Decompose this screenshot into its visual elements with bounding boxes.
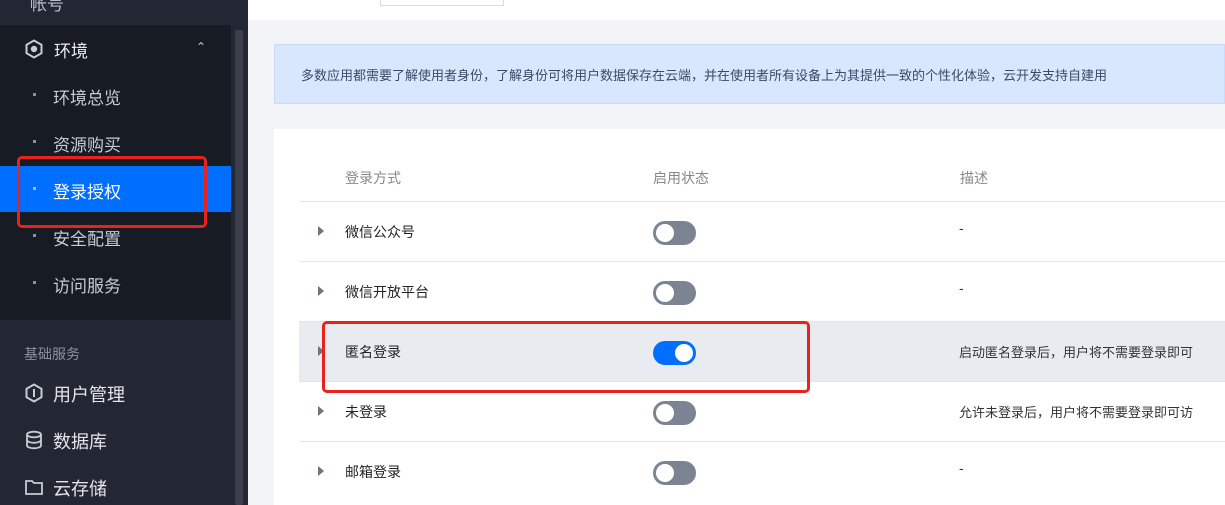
sidebar-item-database[interactable]: 数据库 [0, 418, 231, 462]
chevron-up-icon[interactable]: ⌃ [196, 40, 206, 54]
login-method-desc: - [959, 222, 964, 237]
caret-right-icon[interactable] [318, 346, 324, 356]
table-row: 匿名登录 启动匿名登录后，用户将不需要登录即可 [299, 321, 1225, 381]
info-banner: 多数应用都需要了解使用者身份，了解身份可将用户数据保存在云端，并在使用者所有设备… [274, 44, 1225, 104]
login-method-name: 微信公众号 [345, 225, 415, 241]
column-header-enabled-status: 启用状态 [653, 171, 709, 187]
sidebar-item-label: 用户管理 [53, 385, 125, 406]
sidebar-item-partial[interactable]: 帐号 [30, 0, 64, 15]
sidebar-item-label: 数据库 [53, 432, 107, 453]
enable-toggle[interactable] [653, 281, 696, 305]
sidebar-item-label: 安全配置 [53, 230, 121, 250]
table-row: 微信开放平台 - [299, 261, 1225, 321]
login-method-name: 匿名登录 [345, 345, 401, 361]
sidebar-item-security-config[interactable]: 安全配置 [0, 213, 231, 259]
sidebar-item-label: 资源购买 [53, 136, 121, 156]
login-method-desc: - [959, 462, 964, 477]
sidebar-item-user-management[interactable]: 用户管理 [0, 371, 231, 415]
sidebar-item-resource-purchase[interactable]: 资源购买 [0, 119, 231, 165]
sidebar: 帐号 环境 ⌃ 环境总览 资源购买 登录授权 安全配置 访问服务 基础服务 用户… [0, 0, 248, 505]
toggle-knob [656, 404, 674, 422]
sidebar-item-label: 访问服务 [53, 277, 121, 297]
column-header-login-method: 登录方式 [345, 171, 401, 187]
nav-group-label: 环境 [54, 42, 88, 62]
enable-toggle[interactable] [653, 401, 696, 425]
toggle-knob [656, 224, 674, 242]
folder-icon [25, 480, 43, 495]
enable-toggle[interactable] [653, 461, 696, 485]
info-banner-text: 多数应用都需要了解使用者身份，了解身份可将用户数据保存在云端，并在使用者所有设备… [301, 69, 1108, 84]
enable-toggle[interactable] [653, 341, 696, 365]
sidebar-item-cloud-storage[interactable]: 云存储 [0, 465, 231, 505]
sidebar-item-label: 环境总览 [53, 89, 121, 109]
login-method-name: 微信开放平台 [345, 285, 429, 301]
caret-right-icon[interactable] [318, 406, 324, 416]
toggle-knob [656, 284, 674, 302]
top-input-field[interactable] [380, 0, 504, 6]
caret-right-icon[interactable] [318, 226, 324, 236]
bullet-dot [33, 281, 36, 284]
bullet-dot [33, 140, 36, 143]
section-title: 基础服务 [24, 347, 80, 363]
sidebar-item-env-overview[interactable]: 环境总览 [0, 72, 231, 118]
caret-right-icon[interactable] [318, 286, 324, 296]
toggle-knob [675, 344, 693, 362]
hexagon-icon [25, 39, 43, 59]
bullet-dot [33, 187, 36, 190]
login-method-desc: 允许未登录后，用户将不需要登录即可访 [959, 406, 1194, 421]
bullet-dot [33, 234, 36, 237]
table-row: 未登录 允许未登录后，用户将不需要登录即可访 [299, 381, 1225, 441]
nav-group-environment[interactable]: 环境 ⌃ [0, 28, 231, 70]
sidebar-scrollbar[interactable] [235, 30, 243, 505]
sidebar-item-access-service[interactable]: 访问服务 [0, 260, 231, 306]
caret-right-icon[interactable] [318, 466, 324, 476]
login-method-name: 邮箱登录 [345, 465, 401, 481]
sidebar-item-label: 云存储 [53, 479, 107, 500]
column-header-description: 描述 [960, 171, 988, 187]
user-manage-icon [25, 383, 43, 403]
login-method-desc: 启动匿名登录后，用户将不需要登录即可 [959, 346, 1194, 361]
table-row: 邮箱登录 - [299, 441, 1225, 505]
sidebar-item-label: 登录授权 [53, 183, 121, 203]
login-method-name: 未登录 [345, 405, 387, 421]
toggle-knob [656, 464, 674, 482]
sidebar-item-login-auth[interactable]: 登录授权 [0, 166, 231, 212]
bullet-dot [33, 93, 36, 96]
database-icon [26, 430, 42, 450]
login-method-desc: - [959, 282, 964, 297]
table-row: 微信公众号 - [299, 201, 1225, 261]
enable-toggle[interactable] [653, 221, 696, 245]
